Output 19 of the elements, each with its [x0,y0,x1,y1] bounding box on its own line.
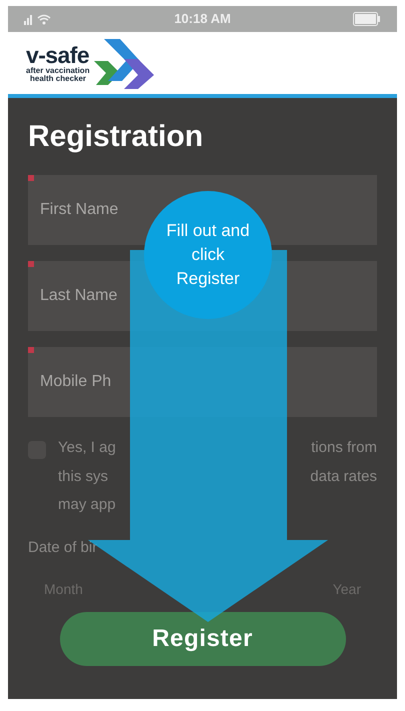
agreement-text: this sys [58,466,108,486]
register-button[interactable]: Register [60,612,346,666]
field-placeholder: Mobile Ph [40,372,112,392]
agreement-text: tions from [311,438,377,458]
logo-tagline: health checker [29,74,88,82]
logo-wordmark: v-safe [26,44,90,66]
signal-wifi-icon [24,13,52,25]
page-title: Registration [27,119,204,155]
chevrons-icon [94,37,156,89]
callout-text: Fill out and click Register [166,220,250,290]
logo-tagline: after vaccination [26,66,90,74]
agreement-text: may app [58,495,116,515]
date-of-birth-label: Date of bir [27,538,98,558]
field-placeholder: First Name [40,200,118,220]
battery-icon [352,12,381,26]
agreement-text: Yes, I ag [58,438,116,458]
agreement-text: data rates [310,466,377,486]
status-time: 10:18 AM [174,10,231,28]
field-placeholder: Last Name [40,286,118,306]
